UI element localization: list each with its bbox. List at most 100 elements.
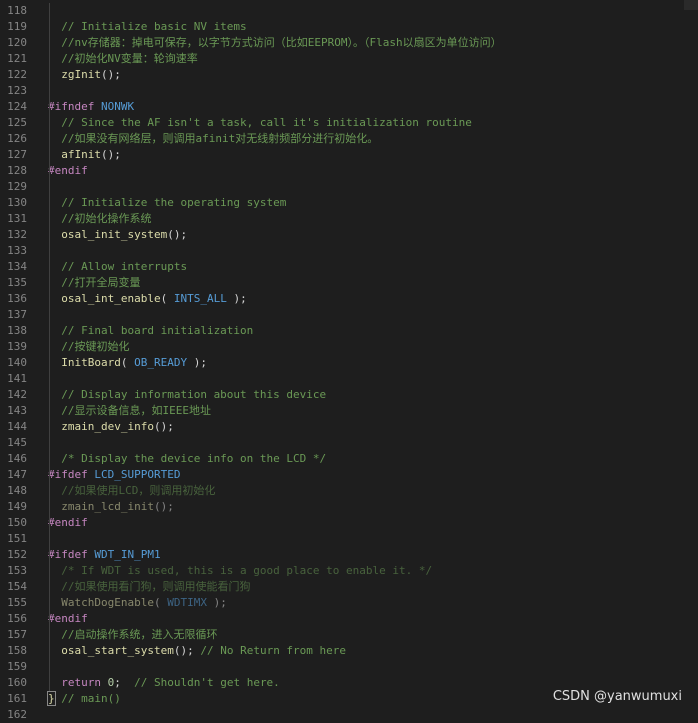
code-line[interactable]: 156 #endif	[0, 611, 698, 627]
code-line[interactable]: 138 // Final board initialization	[0, 323, 698, 339]
line-number: 142	[7, 388, 27, 401]
code-token: //按键初始化	[48, 340, 130, 353]
code-line[interactable]: 124 #ifndef NONWK	[0, 99, 698, 115]
code-text: //启动操作系统，进入无限循环	[48, 627, 217, 643]
code-line[interactable]: 153 /* If WDT is used, this is a good pl…	[0, 563, 698, 579]
code-text: //打开全局变量	[48, 275, 141, 291]
code-line[interactable]: 147 #ifdef LCD_SUPPORTED	[0, 467, 698, 483]
code-line[interactable]: 123	[0, 83, 698, 99]
line-number: 122	[7, 68, 27, 81]
code-text: // Since the AF isn't a task, call it's …	[48, 115, 472, 131]
code-token: WDT_IN_PM1	[94, 548, 161, 561]
code-line[interactable]: 118	[0, 3, 698, 19]
code-line[interactable]: 141	[0, 371, 698, 387]
code-line[interactable]: 158 osal_start_system(); // No Return fr…	[0, 643, 698, 659]
code-line[interactable]: 120 //nv存储器：掉电可保存，以字节方式访问（比如EEPROM）。（Fla…	[0, 35, 698, 51]
line-number: 148	[7, 484, 27, 497]
code-line[interactable]: 132 osal_init_system();	[0, 227, 698, 243]
code-token: #endif	[48, 612, 88, 625]
code-line[interactable]: 143 //显示设备信息，如IEEE地址	[0, 403, 698, 419]
code-token: // Since the AF isn't a task, call it's …	[48, 116, 472, 129]
line-number: 154	[7, 580, 27, 593]
code-line[interactable]: 142 // Display information about this de…	[0, 387, 698, 403]
code-line[interactable]: 136 osal_int_enable( INTS_ALL );	[0, 291, 698, 307]
code-token: // Initialize the operating system	[48, 196, 287, 209]
code-line[interactable]: 149 zmain_lcd_init();	[0, 499, 698, 515]
watermark-text: CSDN @yanwumuxi	[552, 689, 682, 704]
code-line[interactable]: 127 afInit();	[0, 147, 698, 163]
code-line[interactable]: 119 // Initialize basic NV items	[0, 19, 698, 35]
code-token: return	[48, 676, 101, 689]
code-text: osal_start_system(); // No Return from h…	[48, 643, 346, 659]
code-line[interactable]: 134 // Allow interrupts	[0, 259, 698, 275]
code-line[interactable]: 151	[0, 531, 698, 547]
line-number: 134	[7, 260, 27, 273]
code-line[interactable]: 146 /* Display the device info on the LC…	[0, 451, 698, 467]
code-line[interactable]: 125 // Since the AF isn't a task, call i…	[0, 115, 698, 131]
code-line[interactable]: 122 zgInit();	[0, 67, 698, 83]
line-number: 128	[7, 164, 27, 177]
code-token: zmain_lcd_init	[48, 500, 154, 513]
line-number: 139	[7, 340, 27, 353]
code-text: //显示设备信息，如IEEE地址	[48, 403, 211, 419]
code-line[interactable]: 135 //打开全局变量	[0, 275, 698, 291]
code-token: OB_READY	[134, 356, 188, 369]
code-line[interactable]: 139 //按键初始化	[0, 339, 698, 355]
code-line[interactable]: 159	[0, 659, 698, 675]
code-line[interactable]: 152 #ifdef WDT_IN_PM1	[0, 547, 698, 563]
code-token: (	[160, 292, 174, 305]
code-token: //初始化NV变量：轮询速率	[48, 52, 198, 65]
code-text: // Allow interrupts	[48, 259, 187, 275]
line-number: 155	[7, 596, 27, 609]
line-number: 127	[7, 148, 27, 161]
code-token: #ifdef	[48, 548, 95, 561]
code-token: // Final board initialization	[48, 324, 254, 337]
code-line[interactable]: 126 //如果没有网络层，则调用afinit对无线射频部分进行初始化。	[0, 131, 698, 147]
code-token: /* If WDT is used, this is a good place …	[48, 564, 433, 577]
line-number: 146	[7, 452, 27, 465]
line-number: 120	[7, 36, 27, 49]
line-number: 153	[7, 564, 27, 577]
line-number: 157	[7, 628, 27, 641]
code-line[interactable]: 144 zmain_dev_info();	[0, 419, 698, 435]
code-line[interactable]: 162	[0, 707, 698, 723]
code-token: ();	[153, 420, 174, 433]
line-number: 130	[7, 196, 27, 209]
code-text: #endif	[48, 515, 88, 531]
line-number: 133	[7, 244, 27, 257]
code-line[interactable]: 130 // Initialize the operating system	[0, 195, 698, 211]
line-number: 149	[7, 500, 27, 513]
code-token: InitBoard	[48, 356, 121, 369]
scrollbar[interactable]	[684, 0, 698, 10]
code-token: //打开全局变量	[48, 276, 141, 289]
code-line[interactable]: 121 //初始化NV变量：轮询速率	[0, 51, 698, 67]
code-line[interactable]: 150 #endif	[0, 515, 698, 531]
code-line[interactable]: 131 //初始化操作系统	[0, 211, 698, 227]
code-token: );	[206, 596, 227, 609]
code-line[interactable]: 129	[0, 179, 698, 195]
code-text: WatchDogEnable( WDTIMX );	[48, 595, 227, 611]
line-number: 161	[7, 692, 27, 705]
code-token: ();	[167, 228, 188, 241]
code-line[interactable]: 137	[0, 307, 698, 323]
code-text: osal_init_system();	[48, 227, 187, 243]
code-token: // Initialize basic NV items	[48, 20, 247, 33]
line-number: 140	[7, 356, 27, 369]
code-line[interactable]: 154 //如果使用看门狗，则调用使能看门狗	[0, 579, 698, 595]
code-text: zmain_dev_info();	[48, 419, 174, 435]
code-line[interactable]: 145	[0, 435, 698, 451]
code-token: ();	[153, 500, 174, 513]
line-number: 151	[7, 532, 27, 545]
code-text: #endif	[48, 163, 88, 179]
code-line[interactable]: 128 #endif	[0, 163, 698, 179]
code-editor[interactable]: 118 119 // Initialize basic NV items 120 /…	[0, 0, 698, 721]
code-line[interactable]: 155 WatchDogEnable( WDTIMX );	[0, 595, 698, 611]
code-token: ();	[173, 644, 201, 657]
code-token: //nv存储器：掉电可保存，以字节方式访问（比如EEPROM）。（Flash以扇…	[48, 36, 502, 49]
code-text: return 0; // Shouldn't get here.	[48, 675, 280, 691]
code-line[interactable]: 133	[0, 243, 698, 259]
code-token: );	[187, 356, 207, 369]
code-line[interactable]: 140 InitBoard( OB_READY );	[0, 355, 698, 371]
code-line[interactable]: 148 //如果使用LCD，则调用初始化	[0, 483, 698, 499]
code-line[interactable]: 157 //启动操作系统，进入无限循环	[0, 627, 698, 643]
